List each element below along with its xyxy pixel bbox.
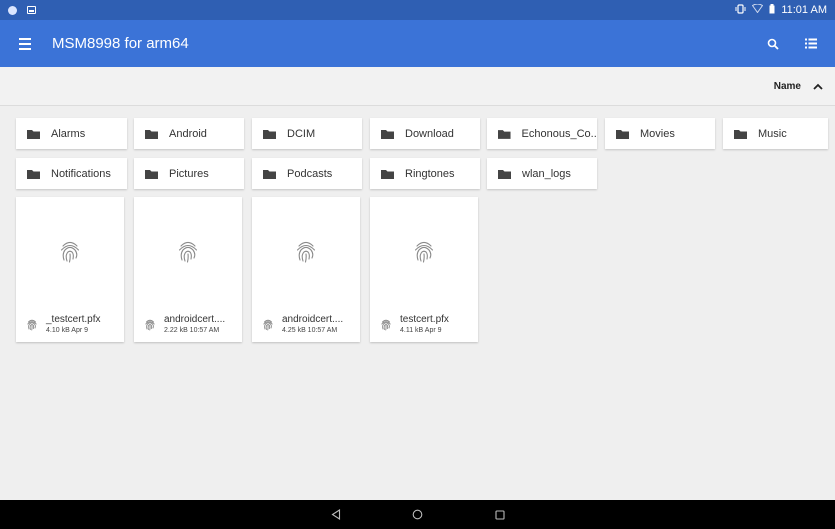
status-bar: 11:01 AM [0, 0, 835, 20]
recents-icon [494, 509, 505, 520]
image-notification-icon [27, 6, 36, 14]
folder-icon [263, 129, 276, 139]
file-card[interactable]: androidcert.... 2.22 kB 10:57 AM [134, 197, 242, 342]
file-thumbnail [370, 197, 478, 307]
folder-icon [381, 129, 394, 139]
folder-icon [145, 169, 158, 179]
back-button[interactable] [329, 508, 343, 522]
folder-wlan-logs[interactable]: wlan_logs [487, 158, 597, 189]
file-thumbnail [134, 197, 242, 307]
list-view-button[interactable] [801, 34, 821, 54]
folder-download[interactable]: Download [370, 118, 480, 149]
folder-icon [734, 129, 747, 139]
file-meta: 4.25 kB 10:57 AM [282, 327, 338, 334]
sort-bar: Name [0, 67, 835, 106]
folder-icon [145, 129, 158, 139]
menu-button[interactable] [14, 33, 36, 55]
file-name: androidcert.... [282, 314, 344, 325]
clock: 11:01 AM [781, 4, 827, 16]
sort-direction-button[interactable] [809, 77, 827, 95]
folder-ringtones[interactable]: Ringtones [370, 158, 480, 189]
sort-label[interactable]: Name [774, 81, 801, 92]
folder-notifications[interactable]: Notifications [16, 158, 127, 189]
fingerprint-icon [414, 241, 434, 263]
folder-icon [498, 169, 511, 179]
fingerprint-icon [60, 241, 80, 263]
notification-dot-icon [8, 5, 17, 15]
fingerprint-icon [381, 319, 391, 331]
file-meta: 2.22 kB 10:57 AM [164, 327, 220, 334]
fingerprint-icon [296, 241, 316, 263]
fingerprint-icon [145, 319, 155, 331]
file-name: _testcert.pfx [46, 314, 101, 325]
back-icon [330, 509, 340, 520]
file-name: testcert.pfx [400, 314, 449, 325]
folder-android[interactable]: Android [134, 118, 244, 149]
file-meta: 4.11 kB Apr 9 [400, 327, 442, 334]
file-name: androidcert.... [164, 314, 226, 325]
folder-podcasts[interactable]: Podcasts [252, 158, 362, 189]
battery-icon [769, 3, 775, 17]
folder-echonous[interactable]: Echonous_Co... [487, 118, 597, 149]
home-button[interactable] [411, 508, 425, 522]
folder-dcim[interactable]: DCIM [252, 118, 362, 149]
folder-icon [381, 169, 394, 179]
folder-icon [616, 129, 629, 139]
fingerprint-icon [27, 319, 37, 331]
folder-icon [498, 129, 511, 139]
file-thumbnail [16, 197, 124, 307]
file-card[interactable]: testcert.pfx 4.11 kB Apr 9 [370, 197, 478, 342]
fingerprint-icon [178, 241, 198, 263]
file-meta: 4.10 kB Apr 9 [46, 327, 89, 334]
folder-pictures[interactable]: Pictures [134, 158, 244, 189]
file-thumbnail [252, 197, 360, 307]
folder-movies[interactable]: Movies [605, 118, 715, 149]
navigation-bar [0, 500, 835, 529]
app-title: MSM8998 for arm64 [52, 35, 189, 52]
search-icon [767, 38, 779, 50]
app-bar: MSM8998 for arm64 [0, 20, 835, 67]
wifi-icon [752, 3, 764, 16]
file-card[interactable]: _testcert.pfx 4.10 kB Apr 9 [16, 197, 124, 342]
vibrate-icon [735, 3, 746, 17]
recents-button[interactable] [493, 508, 507, 522]
file-card[interactable]: androidcert.... 4.25 kB 10:57 AM [252, 197, 360, 342]
folder-icon [263, 169, 276, 179]
folder-icon [27, 129, 40, 139]
folder-alarms[interactable]: Alarms [16, 118, 127, 149]
search-button[interactable] [763, 34, 783, 54]
folder-icon [27, 169, 40, 179]
fingerprint-icon [263, 319, 273, 331]
folder-music[interactable]: Music [723, 118, 828, 149]
chevron-up-icon [813, 83, 823, 90]
home-icon [412, 509, 423, 520]
list-view-icon [805, 38, 817, 49]
